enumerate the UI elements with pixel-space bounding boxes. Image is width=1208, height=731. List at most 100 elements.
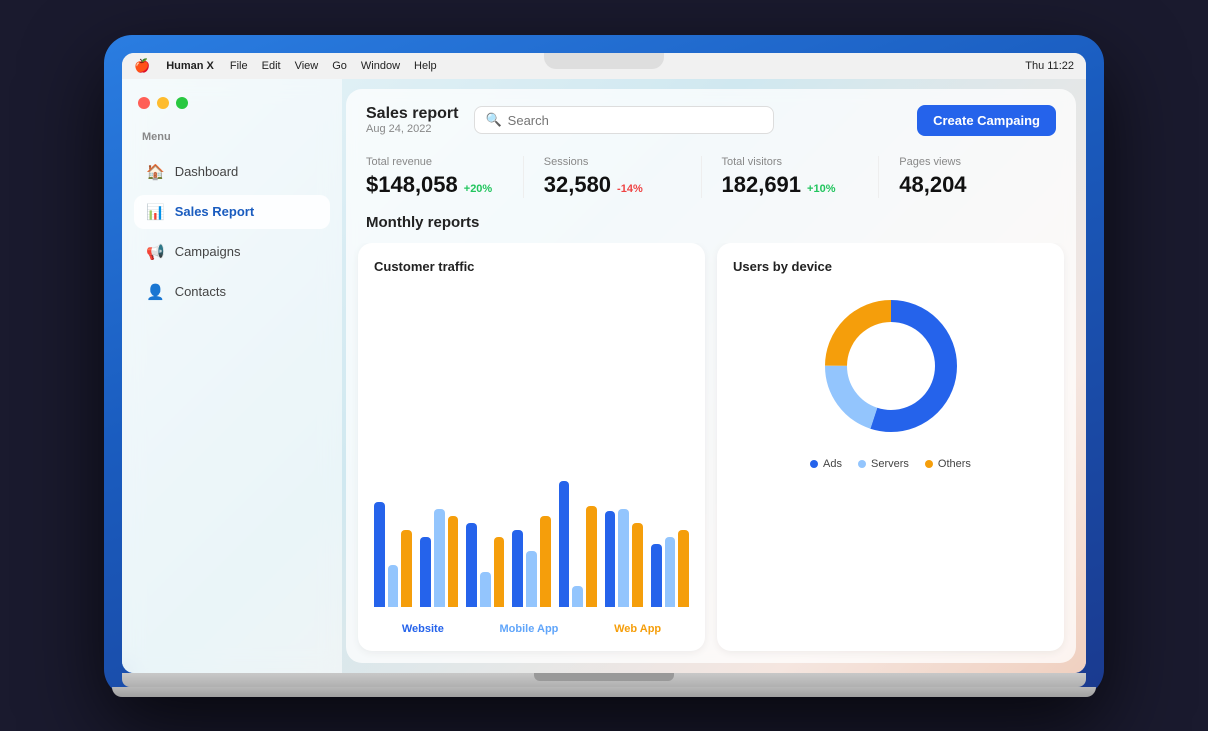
menubar: 🍎 Human X File Edit View Go Window Help … [122,53,1086,79]
legend-mobile-app[interactable]: Mobile App [500,623,559,635]
bar-6-1[interactable] [665,537,676,607]
bar-legends: Website Mobile App Web App [374,623,689,635]
bar-2-0[interactable] [466,523,477,607]
maximize-button[interactable] [176,97,188,109]
bar-3-2[interactable] [540,516,551,607]
sidebar-item-label: Dashboard [175,164,239,179]
stat-value: 32,580 [544,172,611,198]
system-time: Thu 11:22 [1025,60,1074,72]
sales-report-icon: 📊 [146,203,165,221]
sidebar: Menu 🏠 Dashboard 📊 Sales Report 📢 Campai… [122,79,342,673]
legend-website[interactable]: Website [402,623,444,635]
stat-label: Total revenue [366,156,503,168]
stat-total-visitors: Total visitors 182,691 +10% [722,156,880,198]
stat-label: Sessions [544,156,681,168]
sidebar-item-dashboard[interactable]: 🏠 Dashboard [134,155,330,189]
menu-window[interactable]: Window [361,60,400,72]
bar-3-0[interactable] [512,530,523,607]
bar-4-2[interactable] [586,506,597,607]
bar-2-1[interactable] [480,572,491,607]
bar-3-1[interactable] [526,551,537,607]
stat-label: Total visitors [722,156,859,168]
bar-4-1[interactable] [572,586,583,607]
stat-value-row: 182,691 +10% [722,172,859,198]
stat-value-row: 48,204 [899,172,1036,198]
legend-ads: Ads [810,458,842,470]
stat-total-revenue: Total revenue $148,058 +20% [366,156,524,198]
page-subtitle: Aug 24, 2022 [366,123,458,135]
app-name[interactable]: Human X [166,60,214,72]
menu-file[interactable]: File [230,60,248,72]
search-icon: 🔍 [485,112,501,128]
menu-help[interactable]: Help [414,60,437,72]
bar-4-0[interactable] [559,481,570,607]
sidebar-item-label: Sales Report [175,204,254,219]
legend-web-app[interactable]: Web App [614,623,661,635]
sidebar-item-sales-report[interactable]: 📊 Sales Report [134,195,330,229]
customer-traffic-card: Customer traffic Website Mobile App Web … [358,243,705,651]
bar-group-4 [559,481,597,607]
bar-group-3 [512,516,550,607]
page-title: Sales report [366,105,458,123]
search-input[interactable] [508,113,764,128]
bar-chart-area [374,286,689,615]
stat-value: $148,058 [366,172,458,198]
main-content: Sales report Aug 24, 2022 🔍 Create Campa… [346,89,1076,663]
others-dot [925,460,933,468]
bar-1-0[interactable] [420,537,431,607]
apple-menu[interactable]: 🍎 [134,58,150,74]
sidebar-item-label: Campaigns [175,244,241,259]
close-button[interactable] [138,97,150,109]
bar-5-2[interactable] [632,523,643,607]
bar-0-0[interactable] [374,502,385,607]
menu-view[interactable]: View [295,60,319,72]
bar-2-2[interactable] [494,537,505,607]
window-controls [134,97,330,109]
laptop-hinge [534,673,674,681]
ads-label: Ads [823,458,842,470]
stat-page-views: Pages views 48,204 [899,156,1056,198]
sidebar-menu-label: Menu [134,131,330,143]
bar-group-2 [466,523,504,607]
stat-change: +10% [807,183,835,195]
menu-edit[interactable]: Edit [262,60,281,72]
chart-title-device: Users by device [733,259,1048,274]
laptop-bottom [122,673,1086,687]
header: Sales report Aug 24, 2022 🔍 Create Campa… [346,89,1076,148]
stat-value: 182,691 [722,172,802,198]
stat-label: Pages views [899,156,1036,168]
bar-5-1[interactable] [618,509,629,607]
stat-value: 48,204 [899,172,966,198]
stat-value-row: 32,580 -14% [544,172,681,198]
legend-others: Others [925,458,971,470]
others-label: Others [938,458,971,470]
sidebar-item-contacts[interactable]: 👤 Contacts [134,275,330,309]
ads-dot [810,460,818,468]
dashboard-icon: 🏠 [146,163,165,181]
bar-1-1[interactable] [434,509,445,607]
servers-label: Servers [871,458,909,470]
bar-5-0[interactable] [605,511,616,606]
section-title-monthly: Monthly reports [346,214,1076,243]
bar-0-2[interactable] [401,530,412,607]
search-box[interactable]: 🔍 [474,106,774,134]
bar-6-0[interactable] [651,544,662,607]
campaigns-icon: 📢 [146,243,165,261]
bar-0-1[interactable] [388,565,399,607]
laptop-base [112,687,1096,697]
menu-go[interactable]: Go [332,60,347,72]
sidebar-item-campaigns[interactable]: 📢 Campaigns [134,235,330,269]
minimize-button[interactable] [157,97,169,109]
chart-title-traffic: Customer traffic [374,259,689,274]
bar-group-0 [374,502,412,607]
servers-dot [858,460,866,468]
laptop-frame: 🍎 Human X File Edit View Go Window Help … [104,35,1104,697]
stat-value-row: $148,058 +20% [366,172,503,198]
donut-chart [811,286,971,446]
charts-row: Customer traffic Website Mobile App Web … [346,243,1076,663]
bar-group-1 [420,509,458,607]
stats-row: Total revenue $148,058 +20% Sessions 32,… [346,148,1076,214]
bar-1-2[interactable] [448,516,459,607]
bar-6-2[interactable] [678,530,689,607]
create-campaign-button[interactable]: Create Campaing [917,105,1056,136]
